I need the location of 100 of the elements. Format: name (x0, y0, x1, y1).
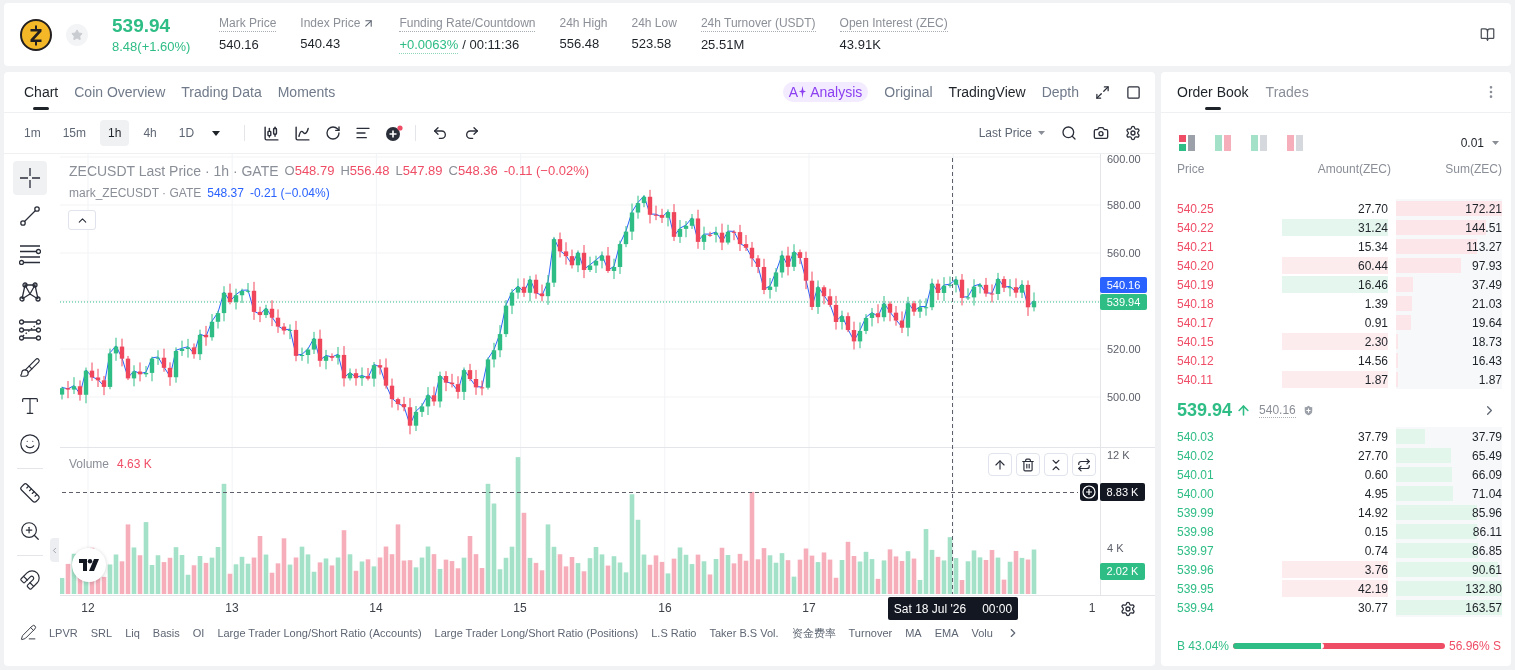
line-chart-icon[interactable] (294, 124, 312, 142)
settings-icon[interactable] (1125, 125, 1141, 141)
order-sum: 66.09 (1471, 466, 1502, 484)
chart-tab[interactable]: Chart (20, 72, 63, 112)
star-icon (71, 28, 83, 41)
interval-tab[interactable]: 1m (16, 120, 49, 146)
view-tab[interactable]: Depth (1041, 81, 1079, 103)
indicator-tab[interactable]: SRL (90, 625, 113, 640)
indicator-tab[interactable]: OI (192, 625, 205, 640)
expand-icon[interactable] (1095, 84, 1110, 100)
ask-price: 540.25 (1177, 201, 1214, 216)
mark-price-value: 548.37 (207, 185, 244, 201)
indicator-tab[interactable]: Turnover (848, 625, 893, 640)
list-icon[interactable] (355, 125, 372, 141)
ohlc-value: H556.48 (340, 162, 390, 180)
stat-value: 556.48 (559, 34, 600, 52)
indicator-tab[interactable]: Volu (971, 625, 993, 640)
order-book-tab[interactable]: Trades (1261, 72, 1313, 112)
order-amount: 14.56 (1357, 352, 1388, 370)
order-amount: 0.91 (1364, 314, 1388, 332)
bid-price: 539.96 (1177, 562, 1214, 577)
order-sum: 37.49 (1471, 276, 1502, 294)
ask-price: 540.19 (1177, 277, 1214, 292)
mark-price-change: -0.21 (−0.04%) (249, 185, 330, 201)
refresh-icon[interactable] (325, 125, 342, 141)
stat-label: Index Price (300, 15, 361, 31)
view-tab[interactable]: Original (884, 81, 933, 103)
order-book-last-price: 539.94 (1177, 398, 1233, 422)
price-source-dropdown[interactable]: Last Price (978, 124, 1045, 142)
redo-icon[interactable] (464, 125, 481, 141)
sparkle-icon (799, 86, 807, 98)
time-axis-label: 14 (369, 601, 383, 615)
ai-analysis-button[interactable]: A Analysis (782, 82, 869, 102)
indicator-tab[interactable]: Basis (152, 625, 180, 640)
plus-circle-icon[interactable] (385, 124, 404, 142)
order-sum: 144.51 (1465, 219, 1502, 237)
smiley-icon (19, 433, 41, 455)
settings-icon[interactable] (1120, 601, 1136, 617)
interval-tab[interactable]: 15m (54, 120, 94, 146)
drawing-tool-button[interactable] (13, 161, 47, 195)
order-sum: 97.93 (1471, 257, 1502, 275)
order-sum: 86.85 (1471, 542, 1502, 560)
maximize-pane-button[interactable] (1072, 453, 1096, 476)
chart-tab[interactable]: Coin Overview (70, 72, 170, 112)
column-header: Price (1177, 162, 1205, 176)
chart-tab[interactable]: Trading Data (177, 72, 266, 112)
pattern-icon (19, 281, 41, 303)
indicator-tab[interactable]: Large Trader Long/Short Ratio (Accounts) (217, 625, 422, 640)
indicator-tab[interactable]: 资金费率 (791, 625, 836, 640)
ohlc-value: L547.89 (395, 162, 443, 180)
indicator-tab[interactable]: Taker B.S Vol. (709, 625, 779, 640)
indicator-tab[interactable]: L.S Ratio (651, 625, 697, 640)
indicator-tab[interactable]: Large Trader Long/Short Ratio (Positions) (434, 625, 639, 640)
indicator-tab[interactable]: LPVR (49, 625, 78, 640)
bid-price: 540.03 (1177, 429, 1214, 444)
volume-value: 4.63 K (117, 456, 152, 472)
crosshair-time: 00:00 (982, 600, 1013, 618)
search-icon[interactable] (1061, 125, 1077, 141)
chart-tab[interactable]: Moments (273, 72, 340, 112)
interval-tab[interactable]: 1D (170, 120, 203, 146)
pencil-icon[interactable] (20, 624, 37, 641)
chart-symbol-title: ZECUSDT Last Price · 1h · GATE (69, 162, 279, 180)
interval-tab[interactable]: 4h (135, 120, 165, 146)
order-sum: 37.79 (1471, 428, 1502, 446)
indicator-tab[interactable]: Liq (125, 625, 140, 640)
ask-price: 540.20 (1177, 258, 1214, 273)
undo-icon[interactable] (432, 125, 449, 141)
order-amount: 0.74 (1364, 542, 1388, 560)
layout-icon[interactable] (1179, 135, 1195, 151)
interval-tab[interactable]: 1h (100, 120, 130, 146)
ask-price: 540.21 (1177, 239, 1214, 254)
bid-price: 539.97 (1177, 543, 1214, 558)
repeat-icon (1077, 457, 1091, 472)
ohlc-value: O548.79 (284, 162, 335, 180)
precision-dropdown[interactable]: 0.01 (1460, 134, 1499, 152)
caret-icon[interactable] (212, 130, 221, 136)
collapse-pane-button[interactable] (1044, 453, 1068, 476)
square-icon[interactable] (1126, 84, 1141, 100)
view-tab[interactable]: TradingView (948, 81, 1026, 103)
collapse-legend-button[interactable] (68, 210, 96, 230)
chevron-left-icon (50, 545, 59, 555)
camera-icon[interactable] (1093, 125, 1109, 141)
move-up-button[interactable] (988, 453, 1012, 476)
price-axis-label: 560.00 (1107, 246, 1141, 260)
stat-label: 24h Turnover (USDT) (700, 15, 816, 32)
level-lines-icon (19, 319, 41, 341)
order-book-tab[interactable]: Order Book (1173, 72, 1253, 112)
delete-button[interactable] (1016, 453, 1040, 476)
candlestick-icon[interactable] (263, 124, 281, 142)
indicator-tab[interactable]: EMA (934, 625, 959, 640)
stat-value: +0.0063% (399, 35, 459, 54)
indicator-tab[interactable]: MA (905, 625, 922, 640)
volume-axis-label: 12 K (1107, 448, 1130, 462)
stat-label: Funding Rate/Countdown (399, 15, 536, 32)
plus-circle-icon[interactable] (1080, 483, 1098, 501)
panel-toggle-button[interactable] (50, 538, 59, 562)
mark-price-tag: 540.16 (1100, 277, 1147, 293)
horizontal-lines-icon (19, 243, 41, 265)
book-icon[interactable] (1480, 27, 1495, 42)
order-amount: 3.76 (1364, 561, 1388, 579)
